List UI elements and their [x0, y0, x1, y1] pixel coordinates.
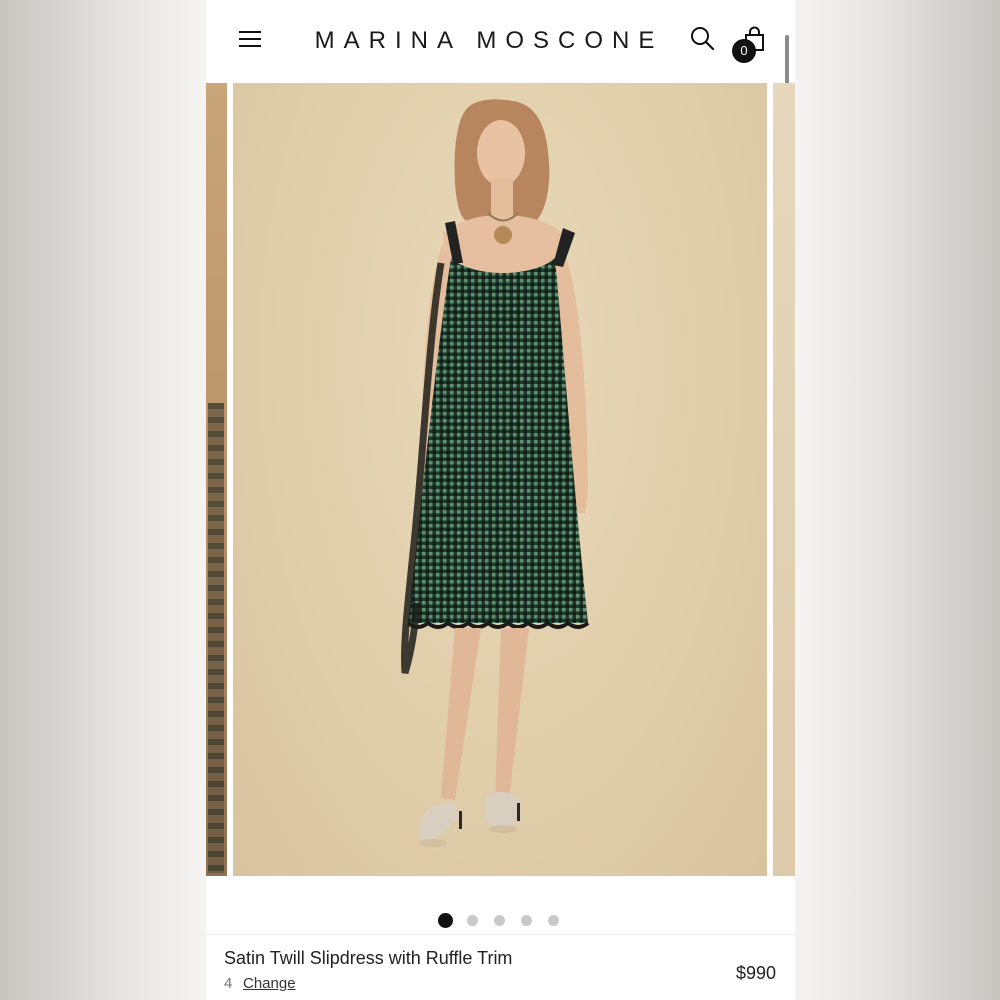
previous-slide-image[interactable] [206, 83, 227, 876]
carousel-dot-1[interactable] [438, 913, 453, 928]
carousel-dot-3[interactable] [494, 915, 505, 926]
product-image[interactable] [233, 83, 767, 876]
product-info-bar: Satin Twill Slipdress with Ruffle Trim 4… [206, 934, 795, 1000]
phone-frame: MARINA MOSCONE 0 Satin Twill Slipdress w… [206, 0, 795, 1000]
carousel-dot-5[interactable] [548, 915, 559, 926]
site-header: MARINA MOSCONE 0 [206, 0, 795, 83]
quantity-value: 4 [224, 975, 233, 992]
carousel-pagination [438, 913, 568, 928]
search-icon[interactable] [690, 26, 716, 52]
product-title: Satin Twill Slipdress with Ruffle Trim [224, 948, 513, 968]
cart-count-badge[interactable]: 0 [732, 39, 756, 63]
carousel-dot-4[interactable] [521, 915, 532, 926]
change-link[interactable]: Change [243, 975, 296, 992]
carousel-dot-2[interactable] [467, 915, 478, 926]
product-image-carousel[interactable] [206, 83, 795, 876]
next-slide-image[interactable] [773, 83, 795, 876]
product-price: $990 [735, 963, 776, 983]
brand-logo[interactable]: MARINA MOSCONE [306, 27, 672, 55]
hamburger-menu-icon[interactable] [239, 29, 261, 49]
